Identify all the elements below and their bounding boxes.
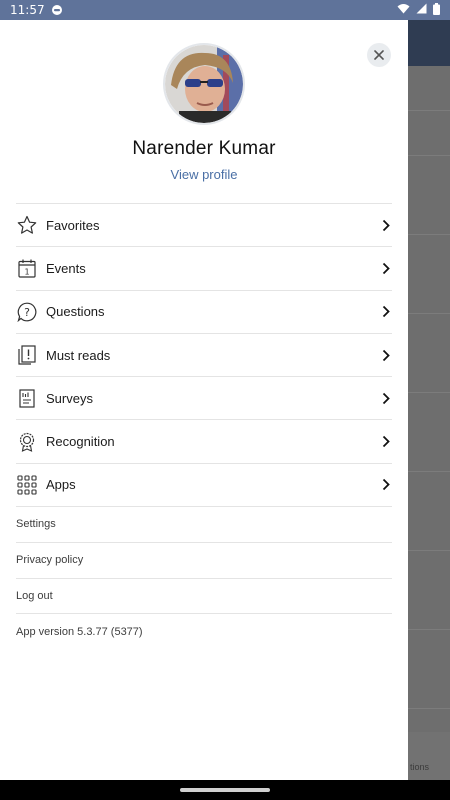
app-version-text: App version 5.3.77 (5377) (16, 613, 392, 649)
menu-item-label: Questions (46, 304, 105, 320)
menu-item-label: Recognition (46, 434, 115, 450)
menu-item-label: Favorites (46, 217, 100, 233)
menu-item-label: Events (46, 260, 86, 276)
chevron-right-icon (382, 219, 390, 232)
status-time: 11:57 (10, 3, 45, 17)
secondary-links: Settings Privacy policy Log out App vers… (16, 506, 392, 649)
avatar[interactable] (163, 43, 245, 125)
background-app-header (408, 20, 450, 66)
status-bar: 11:57 (0, 0, 450, 20)
menu-item-label: Must reads (46, 347, 111, 363)
menu-item-surveys[interactable]: Surveys (16, 376, 392, 419)
menu-item-label: Surveys (46, 390, 93, 406)
background-row (408, 471, 450, 472)
chevron-right-icon (382, 262, 390, 275)
chevron-right-icon (382, 435, 390, 448)
background-app: tions (408, 20, 450, 780)
privacy-policy-link[interactable]: Privacy policy (16, 541, 392, 578)
background-row (408, 110, 450, 111)
calendar-icon: 1 (16, 257, 38, 279)
menu-item-favorites[interactable]: Favorites (16, 203, 392, 246)
star-icon (16, 214, 38, 236)
close-button[interactable] (367, 43, 391, 67)
award-icon (16, 431, 38, 453)
close-icon (374, 50, 384, 60)
wifi-icon (397, 3, 410, 17)
background-row (408, 550, 450, 551)
status-icons (397, 2, 440, 18)
log-out-link[interactable]: Log out (16, 577, 392, 614)
chevron-right-icon (382, 392, 390, 405)
drawer-menu: Favorites 1 Events ? Questions Must read… (16, 203, 392, 506)
svg-text:1: 1 (24, 267, 29, 276)
settings-link[interactable]: Settings (16, 506, 392, 542)
background-tab-label: tions (408, 732, 450, 780)
gesture-handle[interactable] (180, 788, 270, 792)
background-row (408, 629, 450, 630)
chevron-right-icon (382, 478, 390, 491)
chevron-right-icon (382, 349, 390, 362)
view-profile-link[interactable]: View profile (0, 167, 408, 182)
menu-item-must-reads[interactable]: Must reads (16, 332, 392, 376)
background-row (408, 392, 450, 393)
survey-icon (16, 387, 38, 409)
background-row (408, 313, 450, 314)
menu-item-apps[interactable]: Apps (16, 462, 392, 506)
profile-name: Narender Kumar (132, 138, 276, 159)
menu-item-recognition[interactable]: Recognition (16, 419, 392, 462)
background-row (408, 708, 450, 709)
menu-item-questions[interactable]: ? Questions (16, 289, 392, 333)
apps-grid-icon (16, 474, 38, 496)
battery-icon (433, 2, 440, 18)
menu-item-events[interactable]: 1 Events (16, 246, 392, 289)
menu-item-label: Apps (46, 477, 76, 493)
background-row (408, 234, 450, 235)
notification-icon (51, 4, 63, 16)
chevron-right-icon (382, 305, 390, 318)
svg-text:?: ? (24, 306, 30, 319)
system-navigation-bar (0, 780, 450, 800)
background-row (408, 155, 450, 156)
must-read-icon (16, 344, 38, 366)
navigation-drawer: Narender Kumar View profile Favorites 1 … (0, 20, 408, 780)
question-icon: ? (16, 301, 38, 323)
signal-icon (416, 3, 427, 17)
